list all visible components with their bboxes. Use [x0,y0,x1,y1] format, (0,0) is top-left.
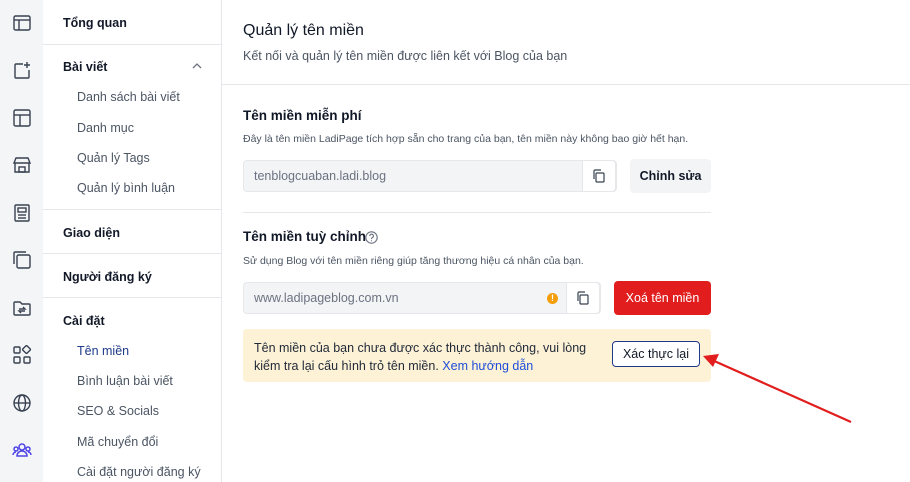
sidebar-divider [43,253,221,254]
free-domain-input[interactable] [254,169,534,183]
users-icon[interactable] [0,433,43,467]
alert-text: Tên miền của bạn chưa được xác thực thàn… [254,341,587,373]
main-content: Quản lý tên miền Kết nối và quản lý tên … [222,0,910,482]
free-domain-desc: Đây là tên miền LadiPage tích hợp sẵn ch… [243,133,689,145]
sidebar-item-domain[interactable]: Tên miền [77,344,129,358]
custom-domain-input[interactable] [254,291,534,305]
custom-domain-title: Tên miền tuỳ chỉnh [243,229,367,244]
sidebar-item-posts[interactable]: Bài viết [63,60,107,74]
free-domain-field [243,160,617,192]
sidebar-item-categories[interactable]: Danh mục [77,121,134,135]
newspaper-icon[interactable] [0,196,43,230]
template-icon[interactable] [0,101,43,135]
sidebar-item-seo[interactable]: SEO & Socials [77,404,159,418]
sidebar-divider [43,44,221,45]
sidebar-item-interface[interactable]: Giao diện [63,226,120,240]
layers-icon[interactable] [0,243,43,277]
edit-button[interactable]: Chỉnh sửa [630,159,711,193]
sidebar-divider [43,209,221,210]
sidebar-item-settings[interactable]: Cài đặt [63,314,105,328]
header-divider [222,84,910,85]
section-divider [243,212,711,213]
store-icon[interactable] [0,148,43,182]
sidebar-item-conversion[interactable]: Mã chuyển đổi [77,435,158,449]
reverify-button[interactable]: Xác thực lại [612,341,700,367]
page-subtitle: Kết nối và quản lý tên miền được liên kế… [243,49,568,63]
delete-domain-button[interactable]: Xoá tên miền [614,281,711,315]
verification-alert: Tên miền của bạn chưa được xác thực thàn… [243,329,711,382]
free-domain-title: Tên miền miễn phí [243,108,362,123]
sidebar-divider [43,297,221,298]
copy-icon [577,291,589,305]
chevron-up-icon[interactable] [191,60,203,72]
copy-button[interactable] [566,282,600,314]
icon-bar [0,0,44,482]
page-title: Quản lý tên miền [243,22,364,39]
custom-domain-desc: Sử dụng Blog với tên miền riêng giúp tăn… [243,255,584,267]
sidebar-item-post-comments[interactable]: Bình luận bài viết [77,374,173,388]
sidebar-item-overview[interactable]: Tổng quan [63,16,127,30]
globe-icon[interactable] [0,386,43,420]
copy-icon [593,169,605,183]
layout-panel-icon[interactable] [0,6,43,40]
warning-icon: ! [547,293,558,304]
sidebar-item-post-list[interactable]: Danh sách bài viết [77,90,180,104]
sidebar-item-subscribers[interactable]: Người đăng ký [63,270,152,284]
sidebar-item-tags[interactable]: Quản lý Tags [77,151,150,165]
sidebar-item-comments[interactable]: Quản lý bình luận [77,181,175,195]
sidebar-nav: Tổng quan Bài viết Danh sách bài viết Da… [43,0,222,482]
copy-button[interactable] [582,160,616,192]
sidebar-item-subscriber-settings[interactable]: Cài đặt người đăng ký [77,465,201,479]
apps-grid-icon[interactable] [0,338,43,372]
alert-message: Tên miền của bạn chưa được xác thực thàn… [254,339,599,375]
new-post-icon[interactable] [0,54,43,88]
guide-link[interactable]: Xem hướng dẫn [442,359,533,373]
help-icon[interactable] [365,231,378,244]
folder-sync-icon[interactable] [0,291,43,325]
